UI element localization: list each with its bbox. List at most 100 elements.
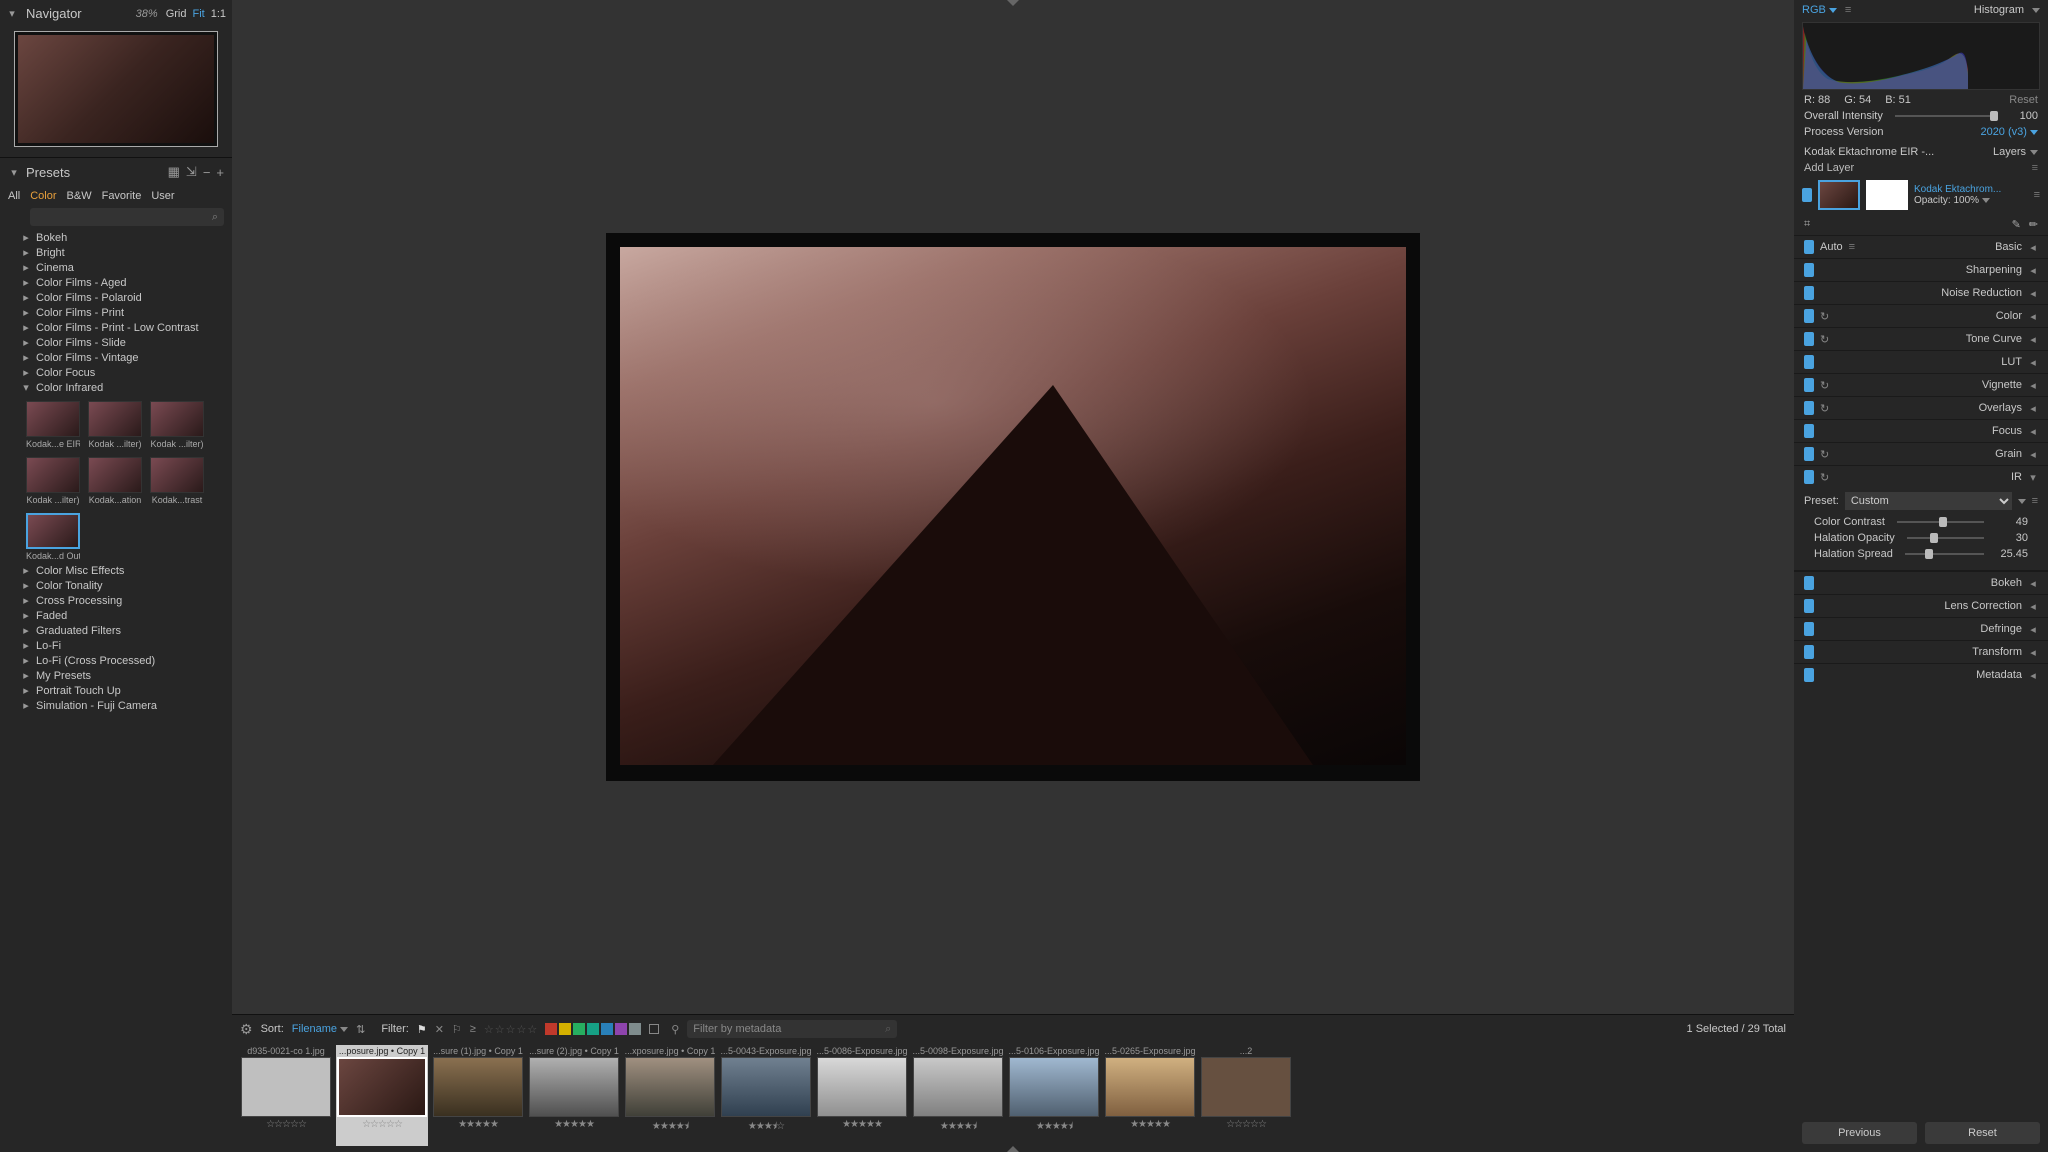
section-toggle[interactable] bbox=[1804, 309, 1814, 323]
chevron-icon[interactable] bbox=[2028, 310, 2038, 323]
section-toggle[interactable] bbox=[1804, 622, 1814, 636]
section-toggle[interactable] bbox=[1804, 668, 1814, 682]
overall-intensity-slider[interactable] bbox=[1895, 115, 1994, 117]
preset-thumb[interactable]: Kodak...e EIR bbox=[26, 401, 80, 449]
filmstrip-item[interactable]: ...xposure.jpg • Copy 1★★★★⯨ bbox=[624, 1045, 716, 1146]
tab-color[interactable]: Color bbox=[30, 190, 56, 202]
chevron-icon[interactable] bbox=[2028, 471, 2038, 484]
section-toggle[interactable] bbox=[1804, 470, 1814, 484]
section-noise-reduction[interactable]: Noise Reduction bbox=[1794, 281, 2048, 304]
preset-group[interactable]: Color Films - Print bbox=[0, 305, 232, 320]
preset-thumb[interactable]: Kodak...d Out bbox=[26, 513, 80, 561]
crop-tool-icon[interactable]: ⌗ bbox=[1804, 218, 1810, 231]
halation-opacity-slider[interactable] bbox=[1907, 537, 1984, 539]
auto-menu-icon[interactable]: ≡ bbox=[1849, 241, 1855, 253]
basic-toggle[interactable] bbox=[1804, 240, 1814, 254]
preset-group[interactable]: Color Films - Slide bbox=[0, 335, 232, 350]
add-layer-button[interactable]: Add Layer ≡ bbox=[1794, 160, 2048, 176]
color-contrast-slider[interactable] bbox=[1897, 521, 1984, 523]
process-version-value[interactable]: 2020 (v3) bbox=[1980, 126, 2038, 138]
section-toggle[interactable] bbox=[1804, 378, 1814, 392]
preset-thumb[interactable]: Kodak ...ilter) bbox=[150, 401, 204, 449]
chevron-icon[interactable] bbox=[2028, 356, 2038, 369]
chevron-icon[interactable] bbox=[2028, 425, 2038, 438]
chevron-icon[interactable] bbox=[2028, 379, 2038, 392]
section-color[interactable]: ↻Color bbox=[1794, 304, 2048, 327]
section-overlays[interactable]: ↻Overlays bbox=[1794, 396, 2048, 419]
previous-button[interactable]: Previous bbox=[1802, 1122, 1917, 1144]
sort-direction-icon[interactable]: ⇅ bbox=[356, 1023, 365, 1036]
preset-group[interactable]: Faded bbox=[0, 608, 232, 623]
preset-thumb[interactable]: Kodak ...ilter) bbox=[26, 457, 80, 505]
chevron-icon[interactable] bbox=[2028, 448, 2038, 461]
layer-menu-icon[interactable]: ≡ bbox=[2034, 189, 2040, 201]
color-label-swatch[interactable] bbox=[629, 1023, 641, 1035]
tab-bw[interactable]: B&W bbox=[67, 190, 92, 202]
section-tone-curve[interactable]: ↻Tone Curve bbox=[1794, 327, 2048, 350]
preset-group[interactable]: Graduated Filters bbox=[0, 623, 232, 638]
filmstrip-item[interactable]: ...5-0098-Exposure.jpg★★★★⯨ bbox=[912, 1045, 1004, 1146]
chevron-icon[interactable] bbox=[2028, 402, 2038, 415]
section-transform[interactable]: Transform bbox=[1794, 640, 2048, 663]
navigator-thumbnail[interactable] bbox=[14, 31, 218, 147]
section-lens-correction[interactable]: Lens Correction bbox=[1794, 594, 2048, 617]
top-panel-toggle-icon[interactable] bbox=[1007, 0, 1019, 6]
section-toggle[interactable] bbox=[1804, 286, 1814, 300]
reset-icon[interactable]: ↻ bbox=[1820, 379, 1829, 392]
nav-one-to-one[interactable]: 1:1 bbox=[211, 8, 226, 20]
section-ir[interactable]: ↻IR bbox=[1794, 465, 2048, 488]
preset-group[interactable]: Color Focus bbox=[0, 365, 232, 380]
layer-mask-thumbnail[interactable] bbox=[1866, 180, 1908, 210]
section-toggle[interactable] bbox=[1804, 576, 1814, 590]
stars-filter[interactable]: ☆☆☆☆☆ bbox=[484, 1023, 537, 1036]
section-focus[interactable]: Focus bbox=[1794, 419, 2048, 442]
chevron-icon[interactable] bbox=[2028, 333, 2038, 346]
flag-unflagged-icon[interactable]: ⚐ bbox=[452, 1023, 462, 1036]
reset-icon[interactable]: ↻ bbox=[1820, 402, 1829, 415]
preset-group[interactable]: Portrait Touch Up bbox=[0, 683, 232, 698]
preset-group[interactable]: Color Films - Vintage bbox=[0, 350, 232, 365]
layer-thumbnail[interactable] bbox=[1818, 180, 1860, 210]
filmstrip-item[interactable]: ...2☆☆☆☆☆ bbox=[1200, 1045, 1292, 1146]
preset-group[interactable]: Color Films - Polaroid bbox=[0, 290, 232, 305]
preset-group[interactable]: Simulation - Fuji Camera bbox=[0, 698, 232, 713]
color-label-swatch[interactable] bbox=[615, 1023, 627, 1035]
section-toggle[interactable] bbox=[1804, 332, 1814, 346]
section-lut[interactable]: LUT bbox=[1794, 350, 2048, 373]
canvas[interactable] bbox=[232, 0, 1794, 1014]
metadata-filter-input[interactable]: Filter by metadata ⌕ bbox=[687, 1020, 897, 1038]
filmstrip-item[interactable]: ...5-0086-Exposure.jpg★★★★★ bbox=[816, 1045, 908, 1146]
nav-grid[interactable]: Grid bbox=[166, 8, 187, 20]
presets-disclosure[interactable] bbox=[8, 166, 20, 179]
layers-menu-icon[interactable] bbox=[2030, 150, 2038, 155]
grid-view-icon[interactable]: ▦ bbox=[168, 164, 180, 180]
gear-icon[interactable]: ⚙ bbox=[240, 1021, 253, 1038]
section-toggle[interactable] bbox=[1804, 447, 1814, 461]
chevron-icon[interactable] bbox=[2028, 264, 2038, 277]
opacity-value[interactable]: 100% bbox=[1953, 195, 1979, 206]
section-metadata[interactable]: Metadata bbox=[1794, 663, 2048, 686]
chevron-icon[interactable] bbox=[2028, 646, 2038, 659]
preset-thumb[interactable]: Kodak ...ilter) bbox=[88, 401, 142, 449]
color-label-swatch[interactable] bbox=[573, 1023, 585, 1035]
color-label-swatch[interactable] bbox=[545, 1023, 557, 1035]
preset-search[interactable]: ⌕ bbox=[30, 208, 224, 226]
chevron-icon[interactable] bbox=[2028, 577, 2038, 590]
histogram-menu-icon[interactable] bbox=[2032, 8, 2040, 13]
link-filter-icon[interactable]: ⚲ bbox=[671, 1023, 679, 1036]
eyedropper-tool-icon[interactable]: ✏ bbox=[2029, 218, 2038, 231]
section-vignette[interactable]: ↻Vignette bbox=[1794, 373, 2048, 396]
tab-all[interactable]: All bbox=[8, 190, 20, 202]
reset-icon[interactable]: ↻ bbox=[1820, 310, 1829, 323]
filmstrip-item[interactable]: ...posure.jpg • Copy 1☆☆☆☆☆ bbox=[336, 1045, 428, 1146]
flag-rejected-icon[interactable]: ✕ bbox=[435, 1023, 444, 1036]
preset-group[interactable]: Color Films - Aged bbox=[0, 275, 232, 290]
filmstrip-item[interactable]: ...sure (2).jpg • Copy 1★★★★★ bbox=[528, 1045, 620, 1146]
section-bokeh[interactable]: Bokeh bbox=[1794, 571, 2048, 594]
color-label-swatch[interactable] bbox=[601, 1023, 613, 1035]
reset-button[interactable]: Reset bbox=[1925, 1122, 2040, 1144]
layer-name[interactable]: Kodak Ektachrom... bbox=[1914, 184, 2004, 195]
filmstrip-item[interactable]: ...5-0043-Exposure.jpg★★★⯨☆ bbox=[720, 1045, 812, 1146]
tab-favorite[interactable]: Favorite bbox=[102, 190, 142, 202]
tab-user[interactable]: User bbox=[151, 190, 174, 202]
